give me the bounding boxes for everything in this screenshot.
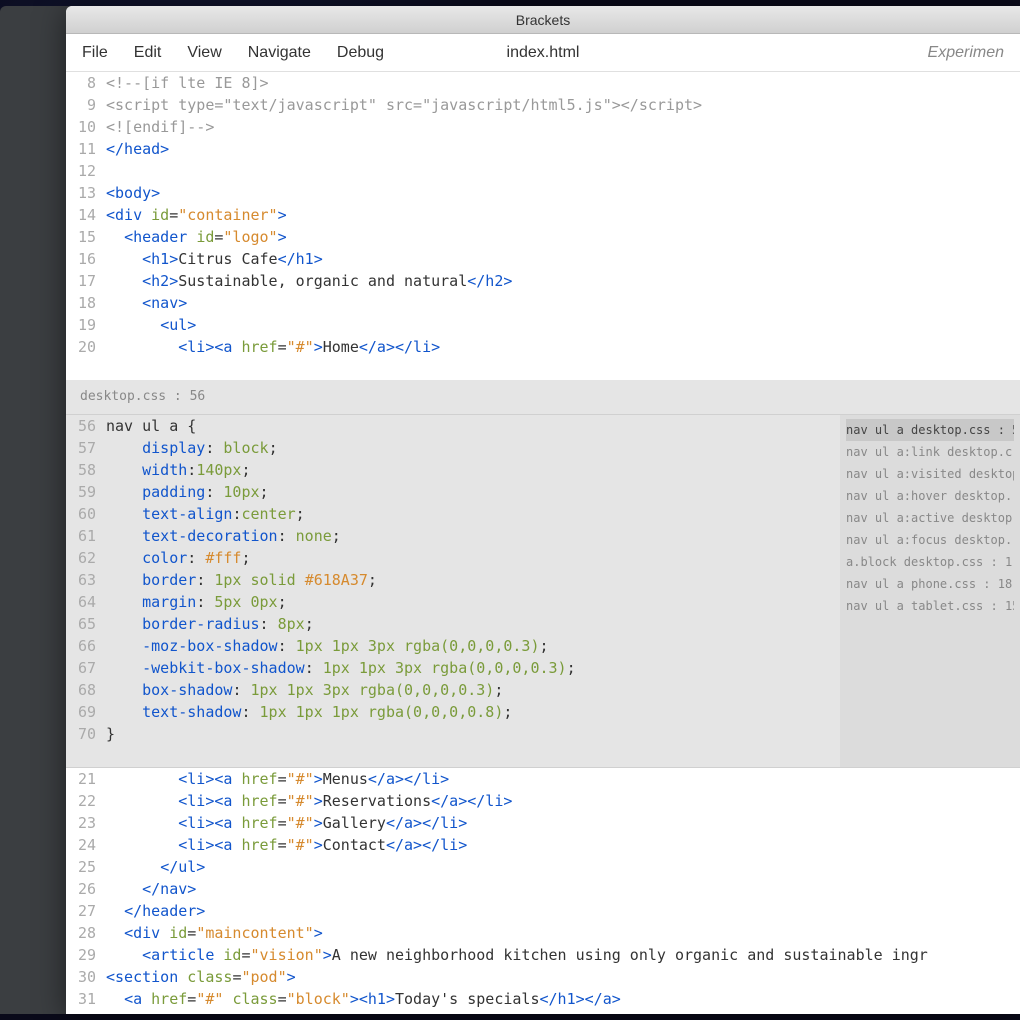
menu-file[interactable]: File — [82, 44, 108, 62]
menu-view[interactable]: View — [187, 44, 221, 62]
menubar: File Edit View Navigate Debug index.html… — [66, 34, 1020, 72]
menu-debug[interactable]: Debug — [337, 44, 384, 62]
css-rules-list: nav ul a desktop.css : 5nav ul a:link de… — [840, 415, 1020, 767]
css-rule-item[interactable]: nav ul a tablet.css : 15 — [846, 595, 1014, 617]
css-rule-item[interactable]: nav ul a desktop.css : 5 — [846, 419, 1014, 441]
current-filename: index.html — [507, 44, 580, 62]
html-code-after[interactable]: 21222324252627282930313233 <li><a href="… — [66, 768, 1020, 1014]
window-titlebar[interactable]: Brackets — [66, 6, 1020, 34]
inline-editor-panel: desktop.css : 56 56575859606162636465666… — [66, 380, 1020, 768]
inline-editor-header[interactable]: desktop.css : 56 — [66, 380, 1020, 414]
window-title: Brackets — [516, 12, 570, 28]
css-rule-item[interactable]: nav ul a:visited desktop — [846, 463, 1014, 485]
menu-navigate[interactable]: Navigate — [248, 44, 311, 62]
experimental-label: Experimen — [928, 44, 1004, 62]
css-rule-item[interactable]: nav ul a phone.css : 18 — [846, 573, 1014, 595]
css-rule-item[interactable]: a.block desktop.css : 1 — [846, 551, 1014, 573]
menu-edit[interactable]: Edit — [134, 44, 162, 62]
css-rule-item[interactable]: nav ul a:active desktop — [846, 507, 1014, 529]
css-rule-item[interactable]: nav ul a:hover desktop. — [846, 485, 1014, 507]
css-rule-item[interactable]: nav ul a:focus desktop. — [846, 529, 1014, 551]
html-code-before[interactable]: 891011121314151617181920 <!--[if lte IE … — [66, 72, 1020, 380]
css-rule-item[interactable]: nav ul a:link desktop.c — [846, 441, 1014, 463]
app-window: Brackets File Edit View Navigate Debug i… — [66, 6, 1020, 1014]
code-editor[interactable]: 891011121314151617181920 <!--[if lte IE … — [66, 72, 1020, 1014]
